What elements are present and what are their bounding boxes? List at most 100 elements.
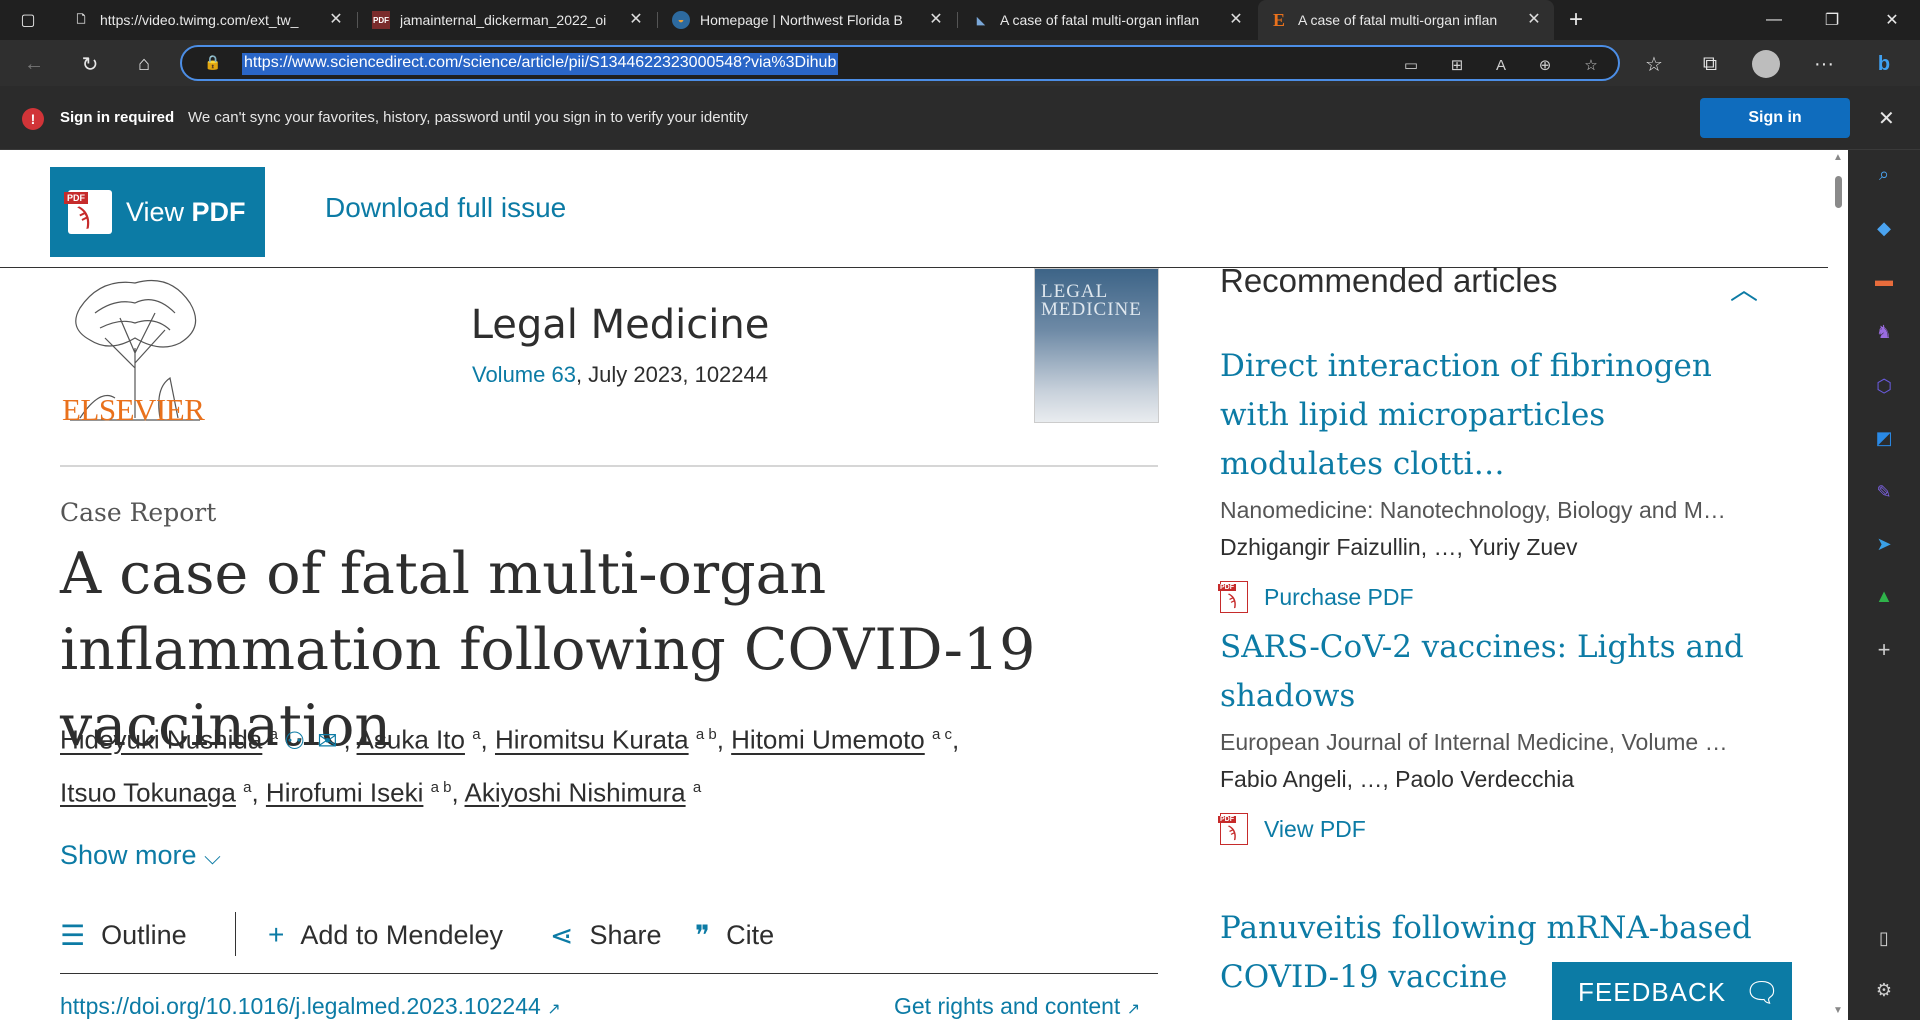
restore-icon[interactable]: ❐ xyxy=(1804,0,1860,40)
app-available-icon[interactable]: ▭ xyxy=(1400,54,1422,76)
share-label: Share xyxy=(589,919,662,950)
apps-icon[interactable]: ⊞ xyxy=(1446,54,1468,76)
send-icon[interactable]: ➤ xyxy=(1870,530,1898,558)
refresh-icon[interactable]: ↻ xyxy=(72,46,108,82)
recommended-title-link[interactable]: Direct interaction of fibrinogen with li… xyxy=(1220,342,1760,489)
cite-label: Cite xyxy=(726,919,775,950)
recommended-title-link[interactable]: SARS-CoV-2 vaccines: Lights and shadows xyxy=(1220,623,1760,721)
outline-button[interactable]: ☰ Outline xyxy=(60,910,187,960)
collections-icon[interactable]: ⧉ xyxy=(1692,46,1728,82)
recommended-item: SARS-CoV-2 vaccines: Lights and shadows … xyxy=(1218,623,1760,845)
bing-copilot-icon[interactable]: b xyxy=(1866,46,1902,82)
elsevier-wordmark[interactable]: ELSEVIER xyxy=(62,392,205,428)
scroll-up-icon[interactable]: ▲ xyxy=(1833,152,1843,163)
new-tab-icon[interactable]: + xyxy=(1556,0,1596,40)
doi-link[interactable]: https://doi.org/10.1016/j.legalmed.2023.… xyxy=(60,993,561,1020)
article-page: PDF ϡ View PDF Download full issue ELSEVI… xyxy=(0,150,1828,1020)
download-full-issue-link[interactable]: Download full issue xyxy=(325,192,566,224)
quote-icon: ❞ xyxy=(695,919,711,951)
zoom-icon[interactable]: ⊕ xyxy=(1534,54,1556,76)
add-icon[interactable]: + xyxy=(1870,636,1898,664)
journal-cover-image[interactable]: LEGAL MEDICINE xyxy=(1034,268,1159,423)
divider xyxy=(235,912,236,956)
url-text[interactable]: https://www.sciencedirect.com/science/ar… xyxy=(242,53,839,75)
affiliation-sup[interactable]: a c xyxy=(932,726,952,743)
sign-in-info-bar: ! Sign in required We can't sync your fa… xyxy=(0,86,1920,150)
scroll-down-icon[interactable]: ▼ xyxy=(1833,1005,1843,1016)
show-more-button[interactable]: Show more ⌵ xyxy=(60,840,221,871)
outline-label: Outline xyxy=(101,919,187,950)
author-link[interactable]: Akiyoshi Nishimura xyxy=(465,777,686,807)
author-link[interactable]: Hideyuki Nushida xyxy=(60,725,262,755)
sidebar-toggle-icon[interactable]: ▯ xyxy=(1870,924,1898,952)
share-button[interactable]: ⋖ Share xyxy=(550,910,662,960)
chevron-up-icon[interactable]: ︿ xyxy=(1730,268,1758,308)
author-link[interactable]: Hiromitsu Kurata xyxy=(495,725,689,755)
read-aloud-icon[interactable]: A xyxy=(1490,54,1512,76)
search-icon[interactable]: ⌕ xyxy=(1870,160,1898,188)
author-link[interactable]: Hitomi Umemoto xyxy=(731,725,925,755)
author-link[interactable]: Asuka Ito xyxy=(357,725,465,755)
feedback-button[interactable]: FEEDBACK 🗨 xyxy=(1552,962,1792,1020)
microsoft-365-icon[interactable]: ⬡ xyxy=(1870,372,1898,400)
get-rights-link[interactable]: Get rights and content ↗ xyxy=(894,993,1140,1020)
tab-5-active[interactable]: E A case of fatal multi-organ inflan ✕ xyxy=(1258,0,1554,40)
close-icon[interactable]: ✕ xyxy=(1878,106,1895,131)
tab-separator xyxy=(357,12,358,28)
add-favorite-icon[interactable]: ☆ xyxy=(1580,54,1602,76)
sign-in-button[interactable]: Sign in xyxy=(1700,98,1850,138)
affiliation-sup[interactable]: a xyxy=(243,779,251,796)
affiliation-sup[interactable]: a xyxy=(472,726,480,743)
volume-link[interactable]: Volume 63 xyxy=(472,362,576,387)
tools-icon[interactable]: ▬ xyxy=(1870,266,1898,294)
address-bar[interactable]: 🔒 https://www.sciencedirect.com/science/… xyxy=(180,45,1620,81)
profile-avatar-icon[interactable] xyxy=(1748,46,1784,82)
page-scrollbar[interactable]: ▲ ▼ xyxy=(1828,150,1848,1020)
close-icon[interactable]: ✕ xyxy=(926,10,946,30)
tab-1[interactable]: 🗋 https://video.twimg.com/ext_tw_ ✕ xyxy=(60,0,356,40)
affiliation-sup[interactable]: a xyxy=(270,726,278,743)
list-icon: ☰ xyxy=(60,919,86,951)
back-icon[interactable]: ← xyxy=(16,46,52,82)
view-pdf-button[interactable]: PDF ϡ View PDF xyxy=(50,167,265,257)
tab-4[interactable]: ◣ A case of fatal multi-organ inflan ✕ xyxy=(960,0,1256,40)
favorites-icon[interactable]: ☆ xyxy=(1636,46,1672,82)
purchase-pdf-link[interactable]: PDF ϡ Purchase PDF xyxy=(1218,581,1760,613)
tab-3[interactable]: ◒ Homepage | Northwest Florida B ✕ xyxy=(660,0,956,40)
cite-button[interactable]: ❞ Cite xyxy=(695,910,774,960)
minimize-icon[interactable]: — xyxy=(1746,0,1802,40)
doi-text: https://doi.org/10.1016/j.legalmed.2023.… xyxy=(60,993,541,1019)
purchase-pdf-label: Purchase PDF xyxy=(1264,583,1414,610)
games-icon[interactable]: ♞ xyxy=(1870,318,1898,346)
author-link[interactable]: Itsuo Tokunaga xyxy=(60,777,236,807)
tree-icon[interactable]: ▲ xyxy=(1870,582,1898,610)
tab-2[interactable]: PDF jamainternal_dickerman_2022_oi ✕ xyxy=(360,0,656,40)
close-icon[interactable]: ✕ xyxy=(1524,10,1544,30)
affiliation-sup[interactable]: a b xyxy=(431,779,452,796)
view-pdf-link[interactable]: PDF ϡ View PDF xyxy=(1218,813,1760,845)
tab-title: https://video.twimg.com/ext_tw_ xyxy=(100,12,299,28)
email-icon[interactable]: ✉ xyxy=(317,728,337,755)
journal-title[interactable]: Legal Medicine xyxy=(380,302,860,348)
settings-icon[interactable]: ⚙ xyxy=(1870,976,1898,1004)
affiliation-sup[interactable]: a xyxy=(693,779,701,796)
lock-icon[interactable]: 🔒 xyxy=(204,54,222,72)
designer-icon[interactable]: ✎ xyxy=(1870,478,1898,506)
more-options-icon[interactable]: ··· xyxy=(1806,46,1842,82)
shopping-tag-icon[interactable]: ◆ xyxy=(1870,214,1898,242)
author-link[interactable]: Hirofumi Iseki xyxy=(266,777,423,807)
home-icon[interactable]: ⌂ xyxy=(126,46,162,82)
outlook-icon[interactable]: ◩ xyxy=(1870,424,1898,452)
tab-actions-icon[interactable]: ▢ xyxy=(0,0,56,40)
add-to-mendeley-button[interactable]: + Add to Mendeley xyxy=(268,910,503,960)
chevron-down-icon: ⌵ xyxy=(204,844,221,869)
close-icon[interactable]: ✕ xyxy=(1226,10,1246,30)
person-icon[interactable]: ⚇ xyxy=(284,728,306,755)
navigation-bar: ← ↻ ⌂ 🔒 https://www.sciencedirect.com/sc… xyxy=(0,40,1920,86)
affiliation-sup[interactable]: a b xyxy=(696,726,717,743)
error-icon: ! xyxy=(22,108,44,130)
scroll-thumb[interactable] xyxy=(1835,176,1842,208)
close-icon[interactable]: ✕ xyxy=(626,10,646,30)
window-close-icon[interactable]: ✕ xyxy=(1864,0,1920,40)
close-icon[interactable]: ✕ xyxy=(326,10,346,30)
